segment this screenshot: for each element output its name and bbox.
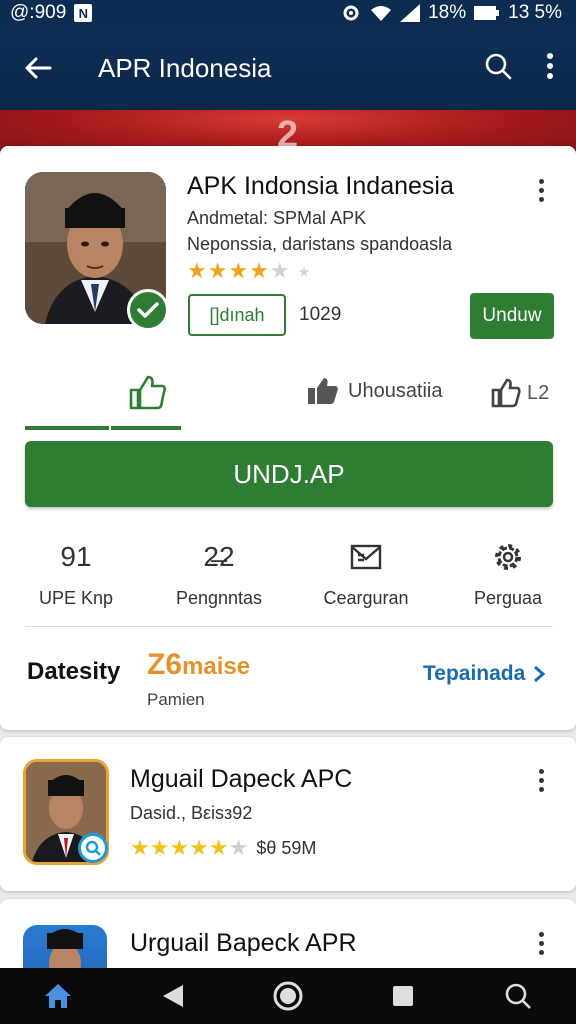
- tab-indicator: [25, 426, 109, 430]
- stat-3-label: Cearguran: [323, 588, 409, 608]
- wifi-icon: [371, 6, 392, 21]
- nfc-icon: N: [74, 4, 93, 22]
- list-item-badge: [78, 833, 108, 863]
- search-badge-icon: [85, 840, 101, 856]
- recents-nav-button[interactable]: [373, 984, 433, 1008]
- app-category: Neponssia, daristans spandoasla: [187, 234, 453, 254]
- app-bar: APR Indonesia: [0, 26, 576, 110]
- triangle-back-icon: [162, 985, 183, 1007]
- signal-icon: [400, 4, 421, 22]
- home-circle-button[interactable]: [258, 980, 318, 1012]
- check-icon: [137, 302, 159, 318]
- app-developer: Andmetal: SPMal APK: [187, 208, 367, 228]
- datesity-label: Datesity: [27, 658, 121, 685]
- more-link[interactable]: Tepainada: [423, 662, 546, 686]
- more-vert-icon: [547, 52, 553, 79]
- stat-1-label: UPE Knp: [38, 588, 114, 608]
- home-icon: [44, 984, 71, 1008]
- list-item-extra: $θ 59M: [256, 837, 317, 858]
- datesity-count-unit: maise: [182, 653, 251, 680]
- info-chip[interactable]: []dınah: [188, 294, 286, 336]
- download-button[interactable]: UNDJ.AP: [25, 441, 553, 507]
- search-icon: [506, 983, 532, 1009]
- stat-item-1[interactable]: 91 UPE Knp: [11, 538, 141, 609]
- reaction-right[interactable]: L2: [491, 378, 549, 408]
- search-nav-button[interactable]: [488, 982, 548, 1010]
- datesity-count: Z6maise: [147, 648, 250, 682]
- install-small-button[interactable]: Unduw: [470, 293, 554, 339]
- download-count: 1029: [299, 304, 342, 325]
- back-button[interactable]: [0, 56, 76, 80]
- app-bar-actions: [484, 52, 576, 85]
- search-button[interactable]: [484, 52, 512, 85]
- divider: [25, 626, 553, 627]
- featured-more-button[interactable]: [539, 179, 544, 202]
- stat-1-icon: 91: [60, 541, 92, 572]
- stat-2-label: Pengnntas: [175, 588, 263, 608]
- home-nav-button[interactable]: [28, 982, 88, 1010]
- stat-item-2[interactable]: 2̶2 Pengnntas: [154, 538, 284, 609]
- envelope-grid-icon: [301, 538, 431, 576]
- list-item[interactable]: Mguail Dapeck APC Dasid., Bεisз92 ★★★★★ ★…: [0, 737, 576, 891]
- list-item-name: Urguail Bapeck APR: [130, 929, 357, 957]
- list-item-more-button[interactable]: [539, 769, 544, 792]
- share-thumb-icon: [491, 378, 521, 408]
- battery-icon: [474, 6, 500, 20]
- stat-item-4[interactable]: Perguaa: [443, 538, 573, 609]
- reaction-middle[interactable]: Uhousatiia: [306, 376, 443, 406]
- status-right: 18% 13 5%: [340, 2, 562, 24]
- back-nav-button[interactable]: [143, 983, 203, 1009]
- navigation-bar: [0, 968, 576, 1024]
- battery-percent: 18%: [428, 2, 467, 23]
- square-recents-icon: [393, 986, 414, 1006]
- datesity-count-number: Z6: [147, 648, 183, 681]
- like-button[interactable]: [128, 374, 168, 415]
- search-icon: [485, 53, 512, 79]
- stat-4-label: Perguaa: [473, 588, 543, 608]
- circle-home-icon: [273, 981, 303, 1011]
- status-left: @:909 N: [10, 2, 93, 24]
- verified-badge: [127, 289, 169, 331]
- app-name: APK Indonsia Indanesia: [187, 172, 454, 200]
- status-right-text: 13 5%: [508, 2, 562, 23]
- reaction-middle-label: Uhousatiia: [348, 379, 443, 402]
- more-link-label: Tepainada: [423, 662, 526, 685]
- gear-icon: [443, 538, 573, 576]
- more-button[interactable]: [546, 52, 554, 84]
- list-item-name: Mguail Dapeck APC: [130, 765, 353, 793]
- datesity-sub: Pamien: [147, 690, 205, 709]
- back-arrow-icon: [25, 57, 52, 79]
- reaction-right-label: L2: [527, 381, 550, 404]
- thumbs-up-icon: [129, 375, 167, 410]
- comment-thumb-icon: [308, 378, 338, 404]
- page-title: APR Indonesia: [98, 52, 272, 83]
- status-bar: @:909 N 18% 13 5%: [0, 0, 576, 26]
- chevron-right-icon: [534, 665, 546, 683]
- settings-status-icon: [343, 5, 359, 21]
- list-item-rating: ★★★★★ ★ $θ 59M: [130, 835, 317, 860]
- rating-stars: ★★★★★ ★: [187, 258, 312, 283]
- list-item-more-button[interactable]: [539, 932, 544, 955]
- stat-2-icon: 2̶2: [203, 541, 235, 572]
- tab-indicator-secondary: [111, 426, 181, 430]
- status-time: @:909: [10, 2, 67, 23]
- list-item-sub: Dasid., Bεisз92: [130, 803, 253, 823]
- stat-item-3[interactable]: Cearguran: [301, 538, 431, 609]
- featured-app-card: APK Indonsia Indanesia Andmetal: SPMal A…: [0, 146, 576, 730]
